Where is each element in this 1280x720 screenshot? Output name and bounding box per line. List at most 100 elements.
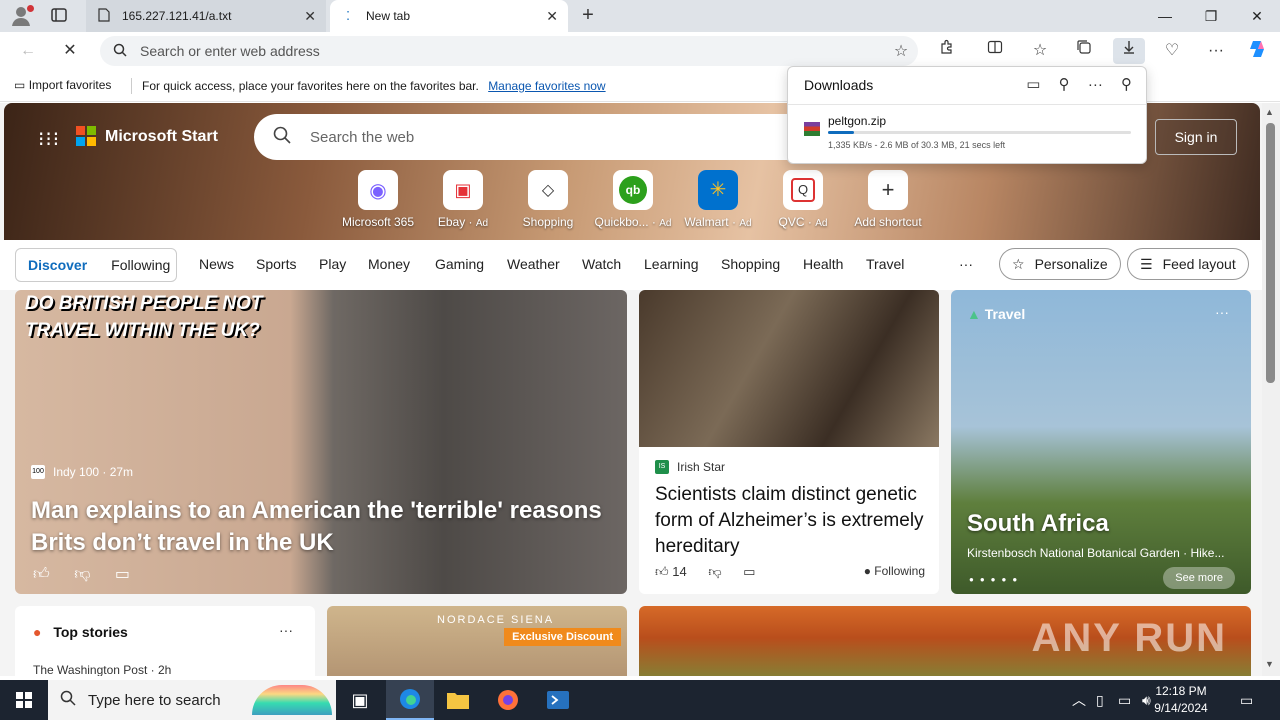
dislike-icon[interactable]: 👎︎ <box>74 566 90 583</box>
search-icon[interactable]: ⚲ <box>1059 76 1070 93</box>
pin-icon[interactable]: ⚲ <box>1121 76 1132 93</box>
story-headline[interactable]: Man explains to an American the 'terribl… <box>31 495 611 559</box>
powershell-icon[interactable] <box>534 680 582 720</box>
restore-button[interactable]: ❐ <box>1188 0 1234 32</box>
edge-taskbar-icon[interactable] <box>386 680 434 720</box>
open-folder-icon[interactable]: ▭ <box>1026 76 1040 93</box>
nav-money[interactable]: Money <box>368 256 410 272</box>
task-view-icon[interactable]: ▣ <box>336 680 384 720</box>
story-card-alzheimers[interactable]: IS Irish Star Scientists claim distinct … <box>639 290 939 594</box>
shortcut-quickbooks[interactable]: qb Quickbo... · Ad <box>593 170 673 229</box>
story-headline[interactable]: Scientists claim distinct genetic form o… <box>655 482 927 560</box>
tab-discover[interactable]: Discover <box>16 257 99 273</box>
search-icon <box>100 43 140 60</box>
shortcut-ebay[interactable]: ▣ Ebay · Ad <box>423 170 503 229</box>
nav-shopping[interactable]: Shopping <box>721 256 780 272</box>
extensions-icon[interactable] <box>933 38 961 64</box>
tab-following[interactable]: Following <box>99 257 182 273</box>
scroll-up-icon[interactable]: ▲ <box>1265 107 1274 117</box>
nav-gaming[interactable]: Gaming <box>435 256 484 272</box>
nav-travel[interactable]: Travel <box>866 256 904 272</box>
search-placeholder: Search the web <box>310 128 415 146</box>
like-icon[interactable]: 👍︎ <box>33 566 50 583</box>
like-icon[interactable]: 👍︎ <box>655 564 669 579</box>
notifications-icon[interactable]: ▭ <box>1240 680 1253 720</box>
travel-title[interactable]: South Africa <box>967 510 1109 538</box>
shortcut-walmart[interactable]: ✳ Walmart · Ad <box>678 170 758 229</box>
more-options-icon[interactable]: ··· <box>1088 76 1103 93</box>
favorites-icon[interactable]: ☆ <box>1026 38 1054 64</box>
address-bar[interactable]: Search or enter web address ☆ <box>100 36 918 66</box>
import-favorites-button[interactable]: ▭ Import favorites <box>14 78 111 92</box>
network-icon[interactable]: ▭ <box>1118 680 1131 720</box>
travel-card[interactable]: ▲ Travel ··· South Africa Kirstenbosch N… <box>951 290 1251 594</box>
nav-news[interactable]: News <box>199 256 234 272</box>
top-stories-card: ● Top stories ··· The Washington Post · … <box>15 606 315 676</box>
shortcut-add[interactable]: + Add shortcut <box>848 170 928 229</box>
comment-icon[interactable]: ▭ <box>115 566 130 583</box>
tab-a-txt[interactable]: 165.227.121.41/a.txt ✕ <box>86 0 326 32</box>
scrollbar-thumb[interactable] <box>1266 123 1275 383</box>
settings-menu-icon[interactable]: ··· <box>1202 38 1230 64</box>
shortcut-qvc[interactable]: Q QVC · Ad <box>763 170 843 229</box>
nav-play[interactable]: Play <box>319 256 346 272</box>
back-button[interactable]: ← <box>14 38 42 64</box>
tab-actions-icon[interactable] <box>50 6 70 26</box>
nav-more-button[interactable]: ··· <box>959 256 973 272</box>
feed-layout-button[interactable]: ☰ Feed layout <box>1127 248 1249 280</box>
favorite-star-icon[interactable]: ☆ <box>884 41 918 61</box>
close-window-button[interactable]: ✕ <box>1234 0 1280 32</box>
new-tab-button[interactable]: + <box>576 4 600 28</box>
personalize-button[interactable]: ☆ Personalize <box>999 248 1121 280</box>
start-button[interactable] <box>0 680 48 720</box>
page-scrollbar[interactable]: ▲ ▼ <box>1262 103 1280 676</box>
minimize-button[interactable]: — <box>1142 0 1188 32</box>
clock[interactable]: 12:18 PM 9/14/2024 <box>1136 683 1226 717</box>
comment-icon[interactable]: ▭ <box>743 564 755 579</box>
nav-learning[interactable]: Learning <box>644 256 699 272</box>
split-screen-icon[interactable] <box>981 38 1009 64</box>
more-options-icon[interactable]: ··· <box>279 622 293 638</box>
copilot-icon[interactable] <box>1244 38 1272 64</box>
more-options-icon[interactable]: ··· <box>1215 304 1229 320</box>
travel-subtitle: Kirstenbosch National Botanical Garden ·… <box>967 546 1225 560</box>
manage-favorites-link[interactable]: Manage favorites now <box>488 79 605 93</box>
downloads-button[interactable] <box>1113 38 1145 64</box>
shortcut-shopping[interactable]: ◇ Shopping <box>508 170 588 229</box>
profile-icon[interactable] <box>10 5 34 27</box>
ad-card[interactable]: NORDACE SIENA Exclusive Discount <box>327 606 627 676</box>
firefox-icon[interactable] <box>484 680 532 720</box>
browser-essentials-icon[interactable]: ♡ <box>1158 38 1186 64</box>
dislike-icon[interactable]: 👎︎ <box>708 564 721 579</box>
story-card-main[interactable]: DO BRITISH PEOPLE NOT TRAVEL WITHIN THE … <box>15 290 627 594</box>
stop-loading-button[interactable]: ✕ <box>56 38 84 64</box>
brand-name[interactable]: Microsoft Start <box>105 128 218 146</box>
scroll-down-icon[interactable]: ▼ <box>1265 659 1274 669</box>
file-explorer-icon[interactable] <box>434 680 482 720</box>
close-tab-icon[interactable]: ✕ <box>546 8 558 25</box>
nav-health[interactable]: Health <box>803 256 843 272</box>
ad-label: Ad <box>815 218 828 229</box>
source-text: Irish Star <box>677 460 726 474</box>
nav-weather[interactable]: Weather <box>507 256 560 272</box>
collections-icon[interactable] <box>1070 38 1098 64</box>
nav-sports[interactable]: Sports <box>256 256 296 272</box>
following-button[interactable]: ● Following <box>864 564 925 578</box>
story-actions: 👍︎ 👎︎ ▭ <box>33 564 150 584</box>
landscape-card[interactable]: ANY RUN <box>639 606 1251 676</box>
ad-label: Ad <box>659 218 672 229</box>
tab-new-tab[interactable]: ⁚ New tab ✕ <box>330 0 568 32</box>
taskbar-search[interactable]: Type here to search <box>48 680 336 720</box>
download-file-name[interactable]: peltgon.zip <box>828 114 886 128</box>
see-more-button[interactable]: See more <box>1163 567 1235 589</box>
carousel-dots[interactable]: ●●●●● <box>969 575 1023 584</box>
shortcut-microsoft-365[interactable]: ◉ Microsoft 365 <box>338 170 418 229</box>
sign-in-button[interactable]: Sign in <box>1155 119 1237 155</box>
web-search-box[interactable]: Search the web <box>254 114 794 160</box>
nav-watch[interactable]: Watch <box>582 256 621 272</box>
apps-grid-icon[interactable]: ⁝⁝⁝ <box>38 127 60 152</box>
close-tab-icon[interactable]: ✕ <box>304 8 316 25</box>
feed-toggle: Discover Following <box>15 248 177 282</box>
show-hidden-icons[interactable]: ︿ <box>1072 680 1086 720</box>
device-icon[interactable]: ▯ <box>1096 680 1104 720</box>
